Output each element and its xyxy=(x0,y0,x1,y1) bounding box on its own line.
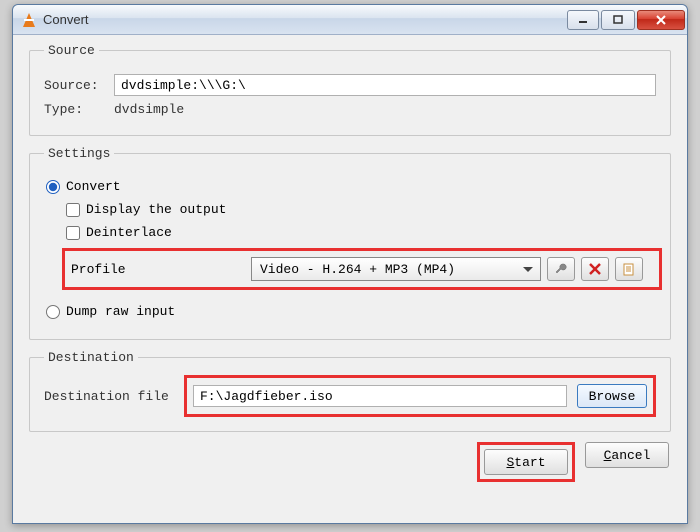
minimize-button[interactable] xyxy=(567,10,599,30)
start-button[interactable]: Start xyxy=(484,449,568,475)
dump-raw-radio[interactable] xyxy=(46,305,60,319)
new-profile-button[interactable] xyxy=(615,257,643,281)
titlebar[interactable]: Convert xyxy=(13,5,687,35)
source-legend: Source xyxy=(44,43,99,58)
dialog-content: Source Source: Type: dvdsimple Settings … xyxy=(13,35,687,523)
profile-value: Video - H.264 + MP3 (MP4) xyxy=(260,262,523,277)
dump-raw-label: Dump raw input xyxy=(66,304,175,319)
deinterlace-label: Deinterlace xyxy=(86,225,172,240)
source-label: Source: xyxy=(44,78,114,93)
destination-file-label: Destination file xyxy=(44,389,174,404)
close-button[interactable] xyxy=(637,10,685,30)
window-title: Convert xyxy=(43,12,565,27)
source-group: Source Source: Type: dvdsimple xyxy=(29,43,671,136)
destination-file-input[interactable] xyxy=(193,385,567,407)
convert-dialog: Convert Source Source: Type: dvdsimple xyxy=(12,4,688,524)
cancel-button[interactable]: Cancel xyxy=(585,442,669,468)
maximize-button[interactable] xyxy=(601,10,635,30)
chevron-down-icon xyxy=(523,267,533,272)
convert-label: Convert xyxy=(66,179,121,194)
window-controls xyxy=(565,10,685,30)
convert-radio[interactable] xyxy=(46,180,60,194)
display-output-checkbox[interactable] xyxy=(66,203,80,217)
settings-group: Settings Convert Display the output Dein… xyxy=(29,146,671,340)
vlc-icon xyxy=(21,12,37,28)
profile-select[interactable]: Video - H.264 + MP3 (MP4) xyxy=(251,257,541,281)
destination-group: Destination Destination file Browse xyxy=(29,350,671,432)
destination-legend: Destination xyxy=(44,350,138,365)
source-input[interactable] xyxy=(114,74,656,96)
new-document-icon xyxy=(622,262,636,276)
deinterlace-checkbox[interactable] xyxy=(66,226,80,240)
display-output-label: Display the output xyxy=(86,202,226,217)
type-value: dvdsimple xyxy=(114,102,184,117)
delete-x-icon xyxy=(588,262,602,276)
profile-label: Profile xyxy=(71,262,251,277)
browse-button[interactable]: Browse xyxy=(577,384,647,408)
dialog-buttons: Start Cancel xyxy=(29,442,671,482)
delete-profile-button[interactable] xyxy=(581,257,609,281)
type-label: Type: xyxy=(44,102,114,117)
wrench-icon xyxy=(554,262,568,276)
settings-legend: Settings xyxy=(44,146,114,161)
edit-profile-button[interactable] xyxy=(547,257,575,281)
